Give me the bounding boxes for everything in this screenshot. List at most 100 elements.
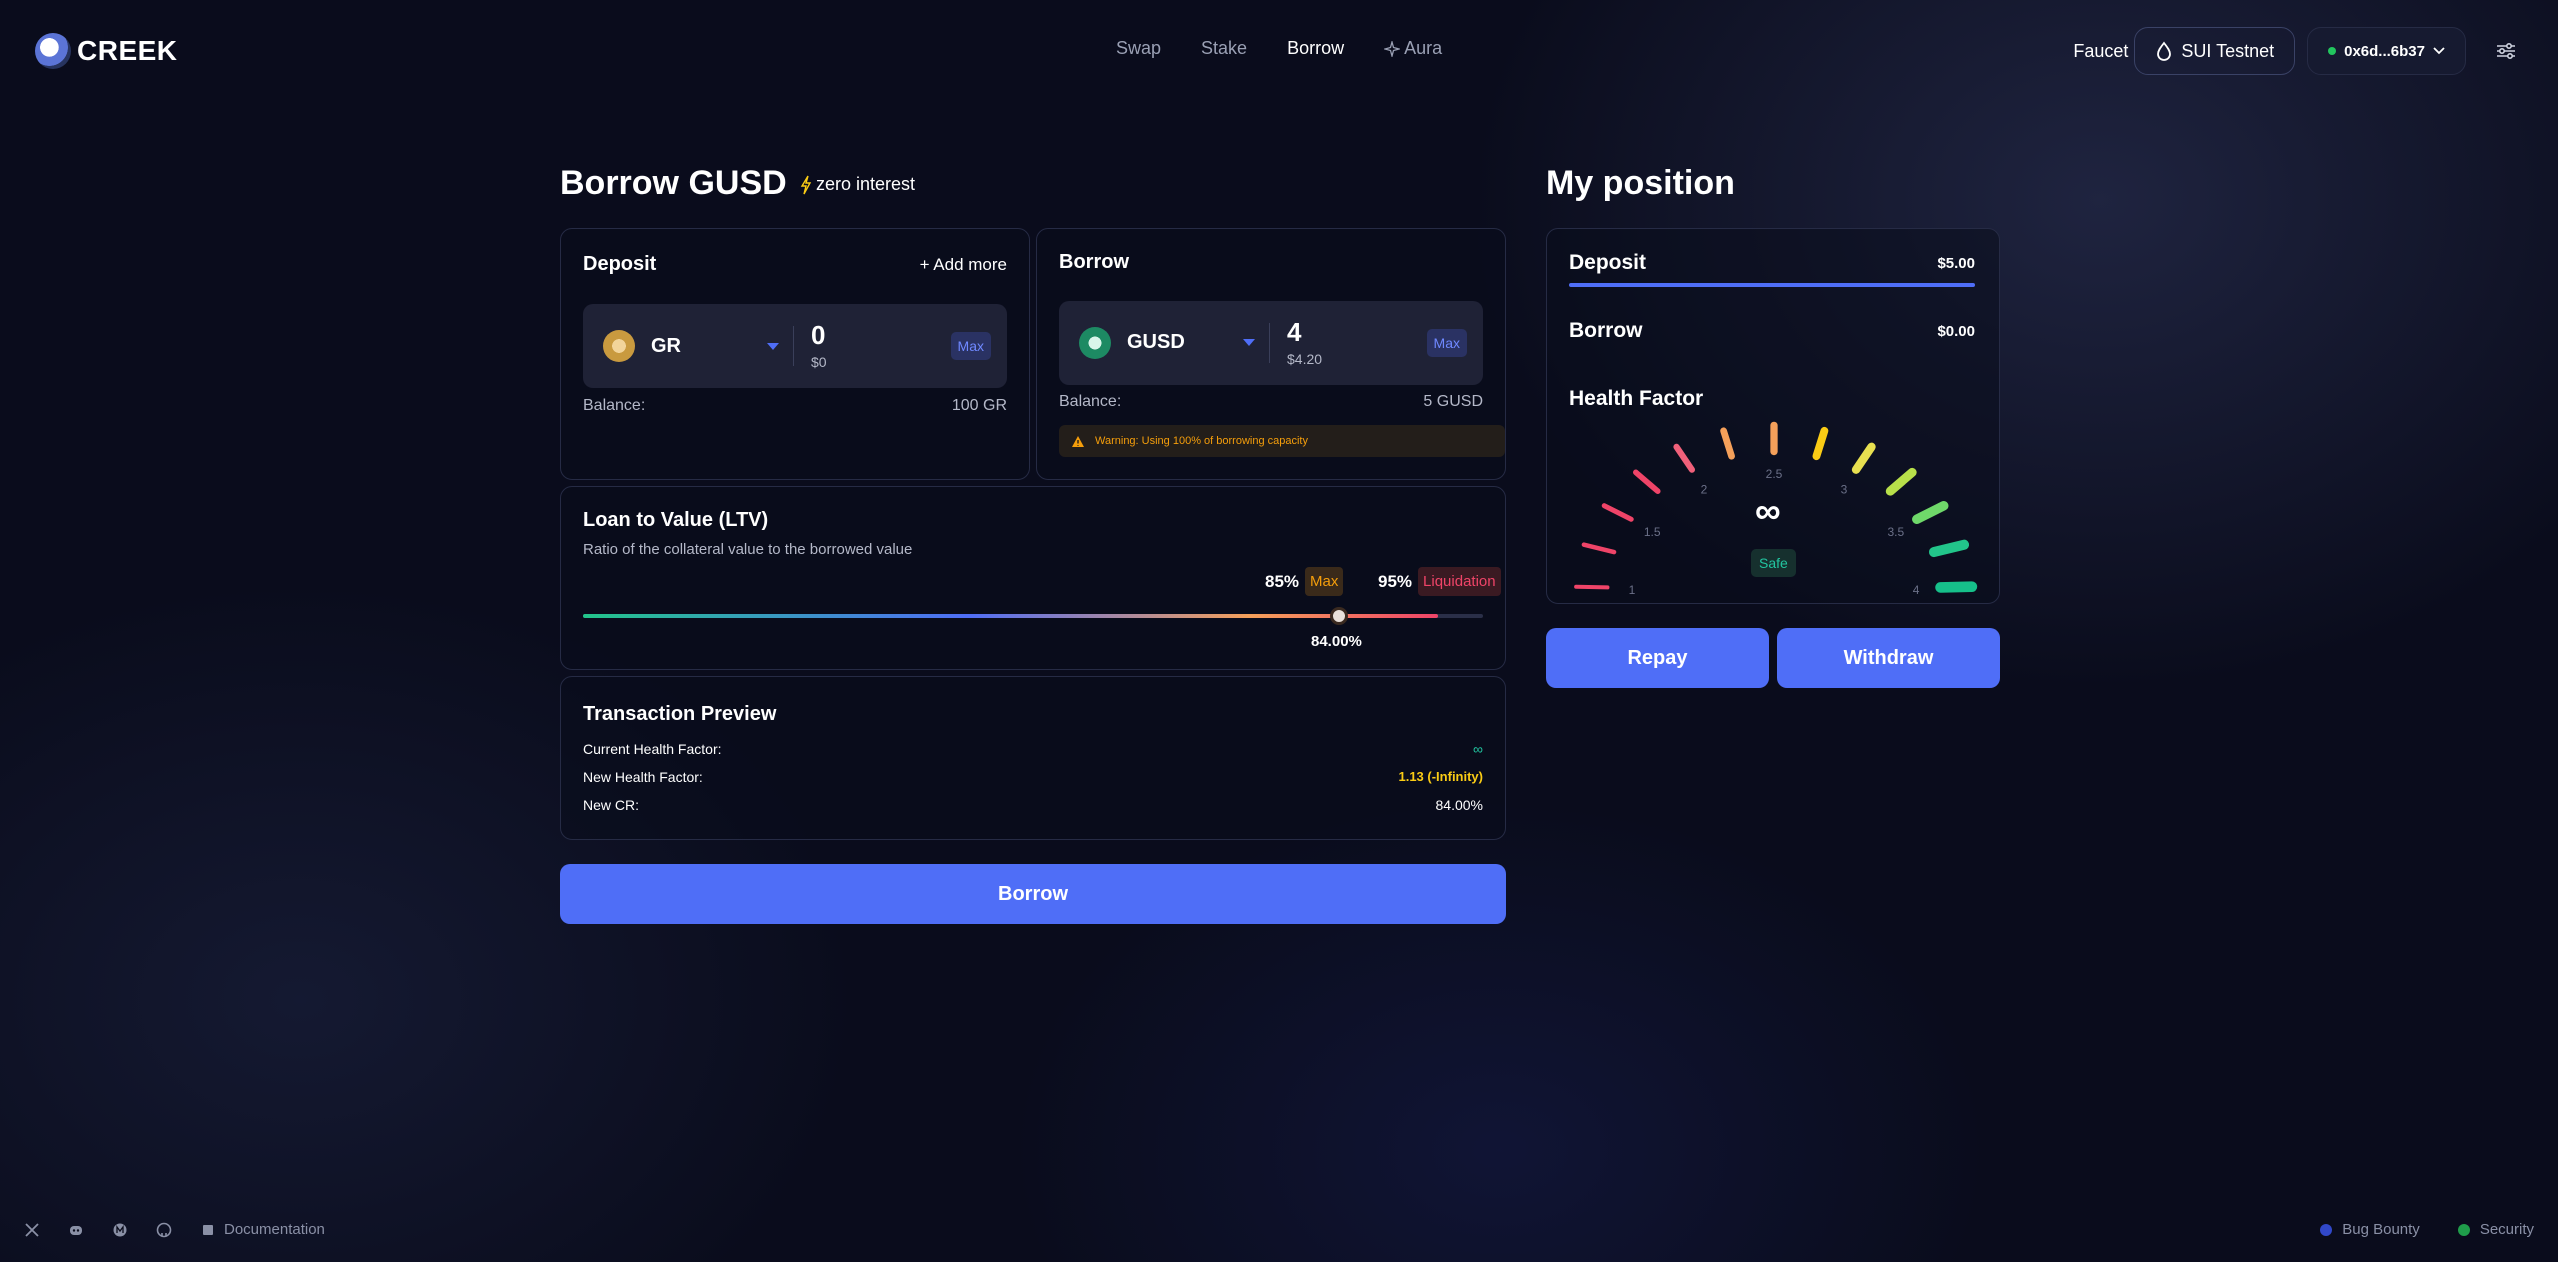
ltv-slider-thumb[interactable] — [1330, 607, 1348, 625]
gauge-tick-label: 1 — [1629, 583, 1636, 597]
wallet-button[interactable]: 0x6d...6b37 — [2307, 27, 2466, 75]
deposit-card: Deposit + Add more GR 0 $0 Max Balance: … — [560, 228, 1030, 480]
health-status-badge: Safe — [1751, 549, 1796, 577]
zero-interest-badge: zero interest — [800, 174, 915, 195]
nav-stake[interactable]: Stake — [1201, 38, 1247, 59]
discord-icon[interactable] — [68, 1222, 84, 1238]
brand-logo[interactable]: CREEK — [35, 33, 178, 69]
gauge-segment — [1673, 443, 1696, 473]
transaction-preview-card: Transaction Preview Current Health Facto… — [560, 676, 1506, 840]
gauge-segment — [1601, 503, 1634, 522]
deposit-token-name: GR — [651, 335, 681, 357]
ltv-title: Loan to Value (LTV) — [583, 509, 769, 531]
add-more-button[interactable]: + Add more — [920, 255, 1007, 275]
droplet-icon — [2157, 41, 2172, 61]
nav-aura-label: Aura — [1404, 38, 1443, 58]
gauge-segment — [1928, 539, 1970, 558]
withdraw-button[interactable]: Withdraw — [1777, 628, 2000, 688]
preview-row-new-hf: New Health Factor: 1.13 (-Infinity) — [583, 769, 1483, 785]
deposit-max-button[interactable]: Max — [950, 332, 991, 360]
deposit-progress-bar — [1569, 283, 1975, 287]
borrow-balance-value: 5 GUSD — [1423, 393, 1483, 410]
borrow-amount-input[interactable]: 4 — [1287, 317, 1301, 348]
network-button[interactable]: SUI Testnet — [2134, 27, 2296, 75]
book-icon — [203, 1224, 213, 1235]
gauge-segment — [1574, 584, 1610, 590]
health-factor-title: Health Factor — [1569, 387, 1704, 410]
ltv-liq-pct: 95% — [1378, 571, 1413, 591]
position-borrow-row: Borrow $0.00 — [1569, 319, 1975, 342]
ltv-value-label: 84.00% — [1311, 633, 1362, 650]
borrow-max-button[interactable]: Max — [1426, 329, 1467, 357]
ltv-subtitle: Ratio of the collateral value to the bor… — [583, 541, 913, 558]
gauge-tick-label: 3 — [1841, 483, 1848, 497]
borrow-title: Borrow — [1059, 251, 1129, 273]
gauge-tick-label: 2.5 — [1766, 467, 1783, 481]
gauge-segment — [1935, 581, 1978, 593]
gauge-tick-label: 3.5 — [1887, 525, 1904, 539]
health-factor-value: ∞ — [1755, 490, 1781, 531]
nav-swap[interactable]: Swap — [1116, 38, 1161, 59]
deposit-amount-input[interactable]: 0 — [811, 320, 825, 351]
settings-sliders-icon[interactable] — [2494, 39, 2518, 63]
deposit-input-group: GR 0 $0 Max — [583, 304, 1007, 388]
repay-button[interactable]: Repay — [1546, 628, 1769, 688]
page-title: Borrow GUSD — [560, 164, 787, 202]
borrow-card: Borrow GUSD 4 $4.20 Max Balance: 5 GUSD … — [1036, 228, 1506, 480]
warning-icon — [1072, 435, 1084, 447]
ltv-liquidation-tag: Liquidation — [1418, 567, 1501, 596]
lightning-icon — [800, 175, 812, 194]
gr-token-icon — [603, 330, 635, 362]
bug-icon — [2320, 1223, 2333, 1236]
documentation-link[interactable]: Documentation — [200, 1221, 325, 1238]
capacity-warning: Warning: Using 100% of borrowing capacit… — [1059, 425, 1505, 457]
ltv-max-tag: Max — [1305, 567, 1344, 596]
gauge-segment — [1851, 442, 1876, 474]
gauge-segment — [1885, 467, 1917, 496]
deposit-title: Deposit — [583, 253, 657, 275]
network-label: SUI Testnet — [2181, 40, 2275, 61]
medium-icon[interactable] — [112, 1222, 128, 1238]
borrow-token-name: GUSD — [1127, 331, 1185, 353]
connected-status-icon — [2328, 47, 2337, 55]
main-nav: Swap Stake Borrow Aura — [1116, 38, 1442, 59]
deposit-balance-value: 100 GR — [951, 397, 1007, 414]
ltv-max-pct: 85% — [1265, 571, 1300, 591]
bug-bounty-link[interactable]: Bug Bounty — [2318, 1221, 2420, 1238]
borrow-submit-button[interactable]: Borrow — [560, 864, 1506, 924]
security-link[interactable]: Security — [2456, 1221, 2534, 1238]
gauge-tick-label: 4 — [1913, 583, 1920, 597]
gauge-tick-label: 1.5 — [1644, 525, 1661, 539]
nav-aura[interactable]: Aura — [1384, 38, 1442, 59]
github-icon[interactable] — [156, 1222, 172, 1238]
borrow-amount-usd: $4.20 — [1287, 351, 1323, 367]
gauge-segment — [1633, 469, 1661, 494]
sparkle-icon — [1384, 40, 1401, 57]
creek-logo-icon — [35, 33, 71, 69]
zero-interest-label: zero interest — [816, 174, 916, 194]
position-title: My position — [1546, 164, 1735, 202]
position-card: Deposit $5.00 Borrow $0.00 Health Factor… — [1546, 228, 2000, 604]
nav-borrow[interactable]: Borrow — [1287, 38, 1344, 59]
ltv-max-marker: 85% Max — [1265, 567, 1344, 596]
ltv-slider-track[interactable] — [583, 614, 1483, 618]
ltv-liquidation-marker: 95% Liquidation — [1378, 567, 1501, 596]
gauge-segment — [1581, 542, 1617, 555]
preview-row-current-hf: Current Health Factor: ∞ — [583, 741, 1483, 757]
borrow-balance-label: Balance: — [1059, 393, 1122, 410]
x-twitter-icon[interactable] — [24, 1222, 40, 1238]
faucet-link[interactable]: Faucet — [2073, 41, 2128, 62]
warning-text: Warning: Using 100% of borrowing capacit… — [1095, 435, 1308, 447]
ltv-card: Loan to Value (LTV) Ratio of the collate… — [560, 486, 1506, 670]
preview-title: Transaction Preview — [583, 703, 777, 725]
borrow-input-group: GUSD 4 $4.20 Max — [1059, 301, 1483, 385]
gauge-segment — [1812, 426, 1829, 461]
position-deposit-row: Deposit $5.00 — [1569, 251, 1975, 274]
shield-icon — [2457, 1223, 2470, 1236]
token-select-caret-icon[interactable] — [1243, 339, 1255, 346]
gusd-token-icon — [1079, 327, 1111, 359]
deposit-amount-usd: $0 — [811, 354, 827, 370]
deposit-balance-label: Balance: — [583, 397, 646, 414]
preview-row-new-cr: New CR: 84.00% — [583, 797, 1483, 813]
token-select-caret-icon[interactable] — [767, 343, 779, 350]
